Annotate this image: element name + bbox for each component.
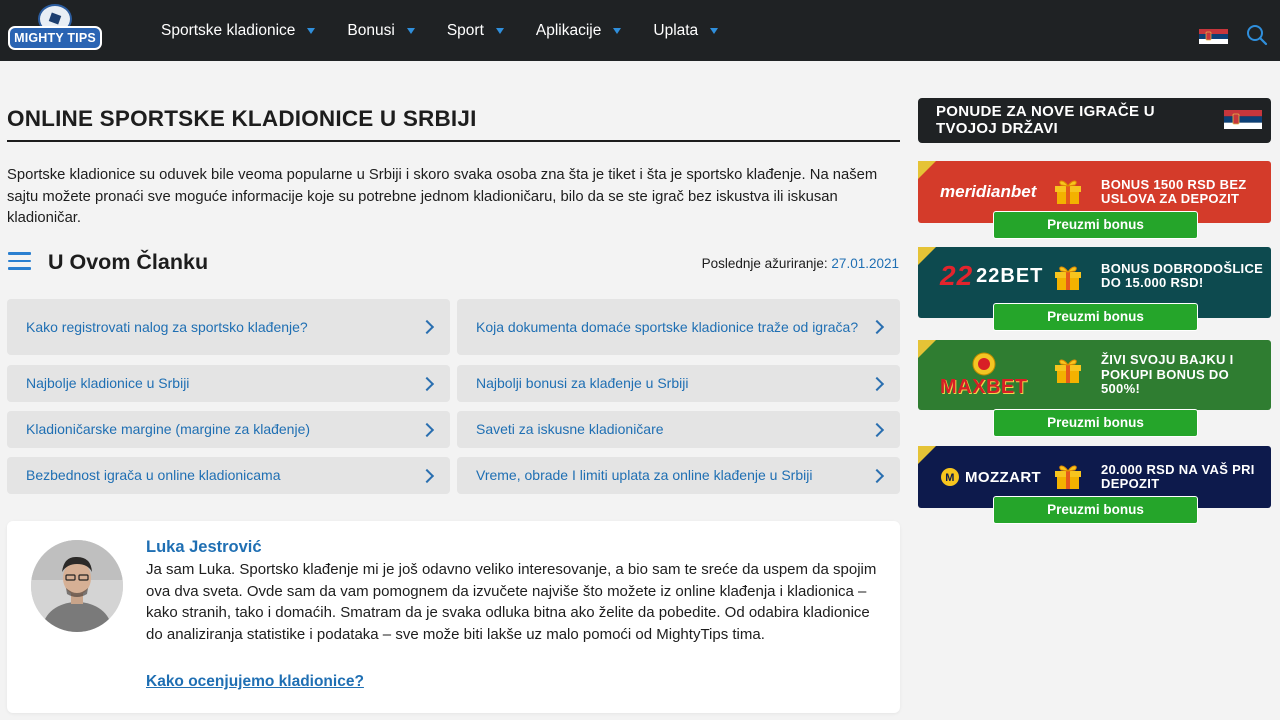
toc-item[interactable]: Najbolje kladionice u Srbiji [7,365,450,402]
toc-item-label: Kladioničarske margine (margine za klađe… [26,421,311,437]
mightytips-logo[interactable]: MIGHTY TIPS [8,4,102,52]
offer-card[interactable]: 22 22BET BONUS DOBRODOŠLICE DO 15.000 RSD… [918,247,1271,331]
intro-paragraph: Sportske kladionice su oduvek bile veoma… [7,167,878,226]
nav-sportske-kladionice[interactable]: Sportske kladionice [161,21,316,40]
nav-uplata[interactable]: Uplata [653,21,719,40]
author-name[interactable]: Luka Jestrović [146,538,262,557]
search-icon[interactable] [1246,24,1268,46]
serbia-flag-icon [1224,110,1262,129]
offer-text: BONUS DOBRODOŠLICE DO 15.000 RSD! [1101,260,1264,290]
chevron-right-icon [869,319,885,335]
nav-label: Aplikacije [535,21,602,39]
corner-ribbon [918,446,936,464]
chevron-right-icon [419,376,435,391]
chevron-down-icon [307,27,316,34]
chevron-right-icon [869,376,885,391]
toc-title: U Ovom Članku [48,250,209,274]
claim-bonus-button[interactable]: Preuzmi bonus [993,211,1198,239]
nav-sport[interactable]: Sport [447,22,504,40]
author-card: Luka Jestrović Ja sam Luka. Sportsko kla… [7,521,900,713]
avatar [31,540,123,632]
serbia-flag-icon[interactable] [1199,29,1228,44]
last-updated: Poslednje ažuriranje: 27.01.2021 [702,256,899,271]
toc-item-label: Najbolje kladionice u Srbiji [26,375,190,391]
chevron-right-icon [419,319,435,335]
toc-item[interactable]: Bezbednost igrača u online kladionicama [7,457,450,494]
chevron-right-icon [869,468,885,483]
chevron-right-icon [869,422,885,437]
gift-icon [1055,180,1081,204]
chevron-right-icon [419,422,435,437]
updated-date: 27.01.2021 [831,256,899,271]
offer-card[interactable]: MAXBET ŽIVI SVOJU BAJKU I POKUPI BONUS D… [918,340,1271,437]
gift-icon [1055,359,1081,383]
chevron-right-icon [419,468,435,483]
toc-item-label: Bezbednost igrača u online kladionicama [26,467,281,483]
claim-bonus-button[interactable]: Preuzmi bonus [993,496,1198,524]
toc-item[interactable]: Vreme, obrade I limiti uplata za online … [457,457,900,494]
nav-label: Sportske kladionice [161,21,296,39]
toc-item-label: Saveti za iskusne kladioničare [476,421,664,437]
title-divider [7,140,900,142]
chevron-down-icon [406,27,415,34]
claim-bonus-button[interactable]: Preuzmi bonus [993,409,1198,437]
gift-icon [1055,266,1081,290]
corner-ribbon [918,247,936,265]
offer-card[interactable]: M MOZZART 20.000 RSD NA VAŠ PRI DEPOZIT … [918,446,1271,524]
claim-bonus-button[interactable]: Preuzmi bonus [993,303,1198,331]
corner-ribbon [918,340,936,358]
brand-logo: MAXBET [940,340,1027,410]
chevron-down-icon [495,27,504,34]
menu-icon[interactable] [8,252,31,271]
logo-text: MIGHTY TIPS [8,26,102,50]
nav-label: Sport [446,21,484,39]
toc-item[interactable]: Najbolji bonusi za klađenje u Srbiji [457,365,900,402]
author-bio: Ja sam Luka. Sportsko klađenje mi je još… [146,561,877,644]
brand-logo: 22 22BET [940,260,1044,291]
toc-item-label: Koja dokumenta domaće sportske kladionic… [476,318,859,335]
nav-bonusi[interactable]: Bonusi [347,21,415,40]
updated-label: Poslednje ažuriranje: [701,256,828,271]
gift-icon [1055,465,1081,489]
toc-item-label: Najbolji bonusi za klađenje u Srbiji [476,375,689,391]
toc-item-label: Kako registrovati nalog za sportsko klađ… [26,318,308,335]
chevron-down-icon [613,27,622,34]
page-title: ONLINE SPORTSKE KLADIONICE U SRBIJI [7,106,477,131]
top-navbar: MIGHTY TIPS Sportske kladionice Bonusi S… [0,0,1280,61]
nav-label: Bonusi [347,21,395,39]
offers-title: PONUDE ZA NOVE IGRAČE U TVOJOJ DRŽAVI [936,103,1155,137]
offer-card[interactable]: meridianbet BONUS 1500 RSD BEZ USLOVA ZA… [918,161,1271,239]
toc-item-label: Vreme, obrade I limiti uplata za online … [476,467,813,483]
toc-item[interactable]: Koja dokumenta domaće sportske kladionic… [457,299,900,355]
chevron-down-icon [710,27,719,34]
toc-item[interactable]: Kako registrovati nalog za sportsko klađ… [7,299,450,355]
nav-label: Uplata [653,21,699,39]
toc-item[interactable]: Saveti za iskusne kladioničare [457,411,900,448]
offers-header: PONUDE ZA NOVE IGRAČE U TVOJOJ DRŽAVI [918,98,1271,143]
rating-method-link[interactable]: Kako ocenjujemo kladionice? [146,673,364,691]
main-nav: Sportske kladionice Bonusi Sport Aplikac… [161,0,750,61]
toc-item[interactable]: Kladioničarske margine (margine za klađe… [7,411,450,448]
offer-text: ŽIVI SVOJU BAJKU I POKUPI BONUS DO 500%! [1101,352,1234,397]
svg-text:M: M [945,472,955,484]
corner-ribbon [918,161,936,179]
nav-aplikacije[interactable]: Aplikacije [535,21,622,40]
